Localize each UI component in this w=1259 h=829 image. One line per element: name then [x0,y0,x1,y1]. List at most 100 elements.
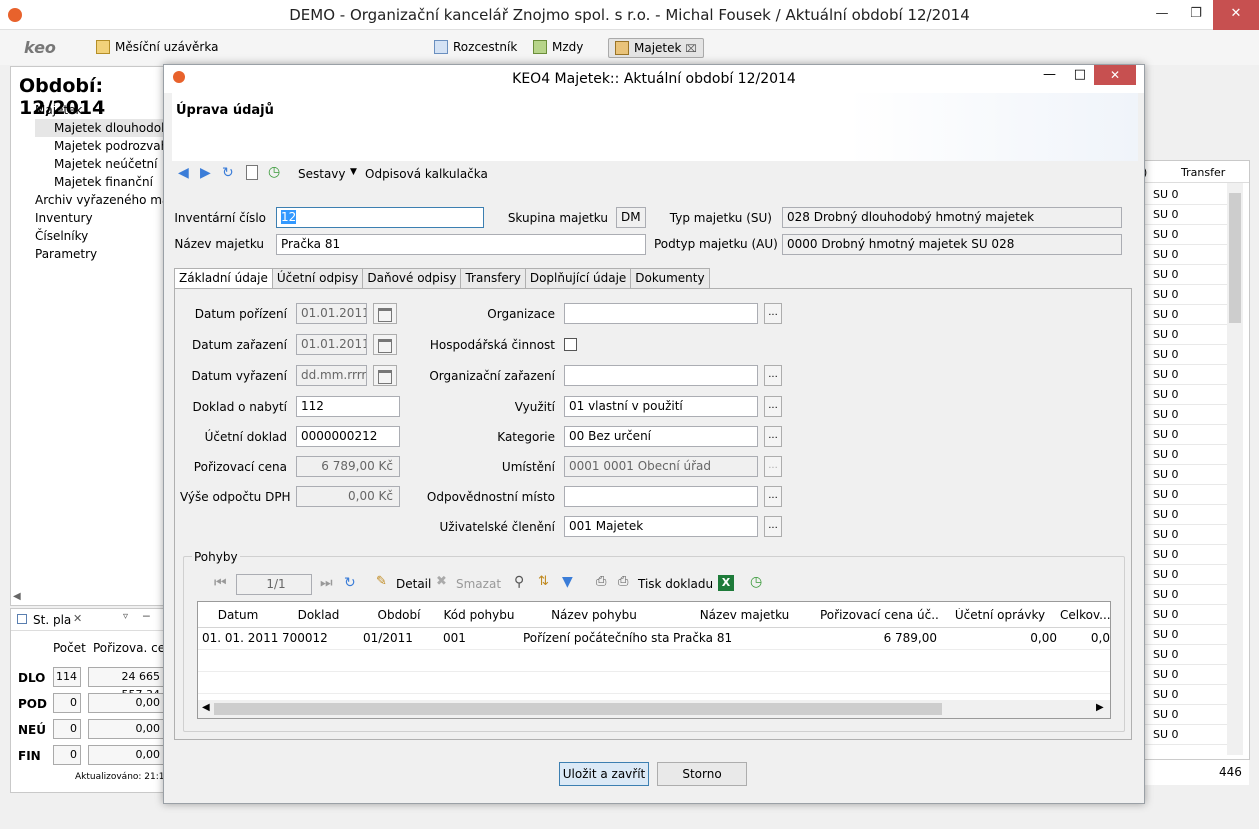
vertical-scrollbar[interactable] [1227,183,1243,755]
acquisition-doc-input[interactable]: 112 [296,396,400,417]
monthly-closing-button[interactable]: Měsíční uzávěrka [96,40,218,54]
background-row[interactable]: SU 0 [1141,665,1227,685]
print-doc-button[interactable]: Tisk dokladu [638,577,713,591]
calendar-icon[interactable] [373,303,397,324]
stats-close-icon[interactable]: ✕ [73,612,82,625]
accounting-doc-input[interactable]: 0000000212 [296,426,400,447]
maximize-icon[interactable]: ❐ [1179,0,1213,30]
horizontal-scrollbar[interactable]: ◀ ▶ [198,700,1110,718]
calendar-icon[interactable] [373,334,397,355]
export-icon[interactable] [246,165,258,180]
print-doc-icon[interactable]: ⎙ [618,574,628,589]
org-assignment-picker-button[interactable]: ... [764,365,782,386]
tree-item-majetek[interactable]: Majetek [35,101,165,119]
tree-item-archiv[interactable]: Archiv vyřazeného majetku [35,191,165,209]
back-icon[interactable]: ◀ [178,165,189,181]
background-row[interactable]: SU 0 [1141,405,1227,425]
history-icon[interactable]: ◷ [268,164,280,180]
tree-item-podrozvahovy[interactable]: Majetek podrozvahový [35,137,165,155]
col-datum[interactable]: Datum [198,608,278,622]
tab-additional[interactable]: Doplňující údaje [524,268,632,289]
placement-date-input[interactable]: 01.01.2011 [296,334,367,355]
search-icon[interactable]: ⚲ [514,574,524,590]
delete-button[interactable]: Smazat [456,577,501,591]
col-doklad[interactable]: Doklad [278,608,359,622]
user-division-input[interactable]: 001 Majetek [564,516,758,537]
economic-activity-checkbox[interactable] [564,338,577,351]
filter-icon[interactable]: ▼ [562,574,573,590]
organization-input[interactable] [564,303,758,324]
tab-tax-depreciation[interactable]: Daňové odpisy [362,268,462,289]
tree-item-financni[interactable]: Majetek finanční [35,173,165,191]
usage-picker-button[interactable]: ... [764,396,782,417]
forward-icon[interactable]: ▶ [200,165,211,181]
background-row[interactable]: SU 0 [1141,505,1227,525]
category-picker-button[interactable]: ... [764,426,782,447]
acquisition-date-input[interactable]: 01.01.2011 [296,303,367,324]
tree-item-inventury[interactable]: Inventury [35,209,165,227]
refresh-icon[interactable]: ↻ [344,575,356,591]
background-row[interactable]: SU 0 [1141,305,1227,325]
tab-mzdy[interactable]: Mzdy [533,40,583,54]
tree-item-ciselniky[interactable]: Číselníky [35,227,165,245]
minimize-icon[interactable]: — [1145,0,1179,30]
scroll-left-icon[interactable]: ◀ [202,702,210,713]
detail-button[interactable]: Detail [396,577,431,591]
dialog-close-icon[interactable]: ✕ [1094,65,1136,85]
tab-majetek[interactable]: Majetek ⌧ [608,38,704,58]
col-porizovaci-cena[interactable]: Pořizovací cena úč... [820,608,940,622]
history-icon[interactable]: ◷ [750,574,762,590]
background-row[interactable]: SU 0 [1141,525,1227,545]
col-obdobi[interactable]: Období [359,608,439,622]
table-row[interactable]: 01. 01. 2011 700012 01/2011 001 Pořízení… [198,628,1110,650]
background-row[interactable]: SU 0 [1141,545,1227,565]
background-row[interactable]: SU 0 [1141,645,1227,665]
tab-transfers[interactable]: Transfery [460,268,526,289]
col-kod-pohybu[interactable]: Kód pohybu [439,608,519,622]
user-division-picker-button[interactable]: ... [764,516,782,537]
col-nazev-pohybu[interactable]: Název pohybu [519,608,669,622]
scroll-left-icon[interactable]: ◀ [13,591,21,602]
first-page-icon[interactable]: ⏮ [214,575,227,591]
dropdown-icon[interactable]: ▼ [350,167,357,177]
excel-icon[interactable]: X [718,575,734,591]
category-input[interactable]: 00 Bez určení [564,426,758,447]
sort-icon[interactable]: ⇅ [538,574,549,589]
calendar-icon[interactable] [373,365,397,386]
responsibility-input[interactable] [564,486,758,507]
background-row[interactable]: SU 0 [1141,365,1227,385]
background-row[interactable]: SU 0 [1141,425,1227,445]
dialog-maximize-icon[interactable]: □ [1074,67,1086,82]
close-icon[interactable]: ✕ [1213,0,1259,30]
background-row[interactable]: SU 0 [1141,385,1227,405]
disposal-date-input[interactable]: dd.mm.rrrr [296,365,367,386]
cancel-button[interactable]: Storno [657,762,747,786]
scroll-thumb[interactable] [214,703,942,715]
tree-item-parametry[interactable]: Parametry [35,245,165,263]
edit-icon[interactable]: ✎ [376,574,387,589]
background-row[interactable]: SU 0 [1141,605,1227,625]
pager-input[interactable]: 1/1 [236,574,312,595]
calculator-button[interactable]: Odpisová kalkulačka [365,167,488,181]
background-row[interactable]: SU 0 [1141,265,1227,285]
background-row[interactable]: SU 0 [1141,685,1227,705]
background-row[interactable]: SU 0 [1141,465,1227,485]
col-nazev-majetku[interactable]: Název majetku [669,608,820,622]
tab-close-icon[interactable]: ⌧ [685,44,697,55]
background-row[interactable]: SU 0 [1141,485,1227,505]
organization-picker-button[interactable]: ... [764,303,782,324]
inv-number-input[interactable]: 12 [276,207,484,228]
col-celkove[interactable]: Celkov... [1060,608,1110,622]
tab-basic[interactable]: Základní údaje [174,268,273,290]
name-input[interactable]: Pračka 81 [276,234,646,255]
background-row[interactable]: SU 0 [1141,625,1227,645]
background-row[interactable]: SU 0 [1141,325,1227,345]
tab-documents[interactable]: Dokumenty [630,268,710,289]
usage-input[interactable]: 01 vlastní v použití [564,396,758,417]
last-page-icon[interactable]: ⏭ [320,575,333,591]
col-ucetni-opravky[interactable]: Účetní oprávky [940,608,1060,622]
background-row[interactable]: SU 0 [1141,585,1227,605]
responsibility-picker-button[interactable]: ... [764,486,782,507]
tab-accounting-depreciation[interactable]: Účetní odpisy [271,268,364,289]
background-row[interactable]: SU 0 [1141,245,1227,265]
